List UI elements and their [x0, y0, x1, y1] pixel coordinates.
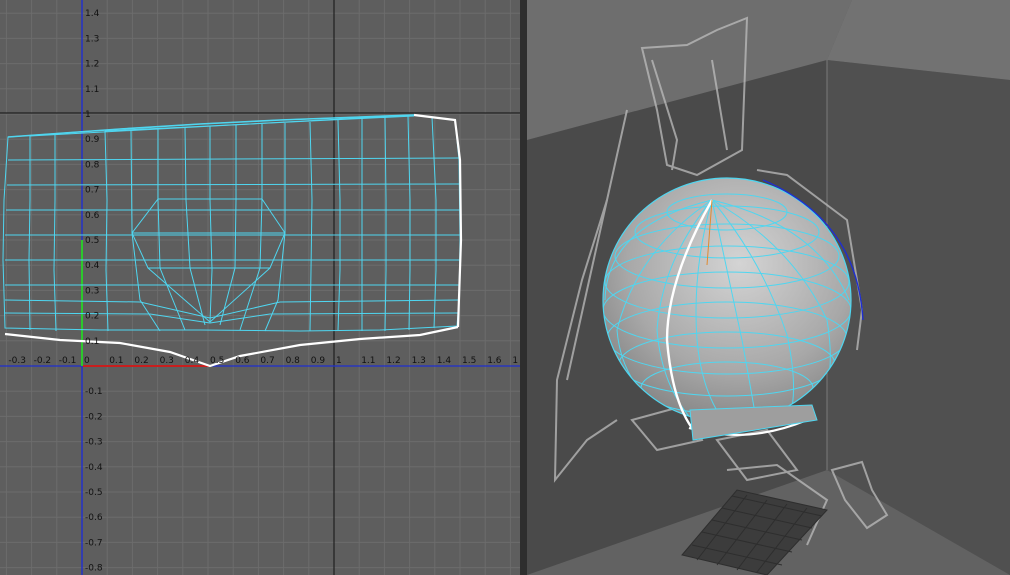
viewport-canvas[interactable] [527, 0, 1010, 575]
uv-texture-editor[interactable]: 1.4 1.3 1.2 1.1 1 0.9 0.8 0.7 0.6 0.5 0.4 0.3 0.2 0.1… [0, 0, 520, 575]
perspective-viewport[interactable] [527, 0, 1010, 575]
v-tick-label: 0.5 [85, 236, 99, 246]
u-tick-label: 0.6 [235, 356, 250, 366]
uv-shell-wireframe[interactable] [2, 114, 461, 332]
v-tick-label: -0.8 [85, 564, 103, 574]
v-tick-label: -0.7 [85, 538, 103, 548]
u-tick-label: 1.2 [386, 356, 400, 366]
shell-col [184, 126, 206, 326]
shell-col [384, 116, 387, 332]
shell-col [337, 119, 341, 332]
v-tick-label: 0.8 [85, 160, 100, 170]
shell-row [7, 157, 461, 161]
v-tick-label: 1.4 [85, 9, 100, 19]
maya-uv-workspace: 1.4 1.3 1.2 1.1 1 0.9 0.8 0.7 0.6 0.5 0.4 0.3 0.2 0.1… [0, 0, 1010, 575]
v-tick-label: 0.9 [85, 135, 100, 145]
shell-col [209, 126, 213, 323]
v-tick-label: 0.6 [85, 211, 100, 221]
shell-row [6, 183, 461, 186]
v-tick-label: 0.2 [85, 312, 99, 322]
u-tick-label: 1.6 [487, 356, 502, 366]
v-tick-label: -0.1 [85, 387, 103, 397]
u-tick-label: 0.5 [210, 356, 224, 366]
backdrop-wall-side [827, 60, 1010, 575]
u-tick-label: 0.2 [134, 356, 148, 366]
v-tick-label: 1.1 [85, 85, 99, 95]
u-tick-label: 1.3 [412, 356, 426, 366]
u-tick-label: 1.4 [437, 356, 452, 366]
v-tick-label: 0.7 [85, 186, 99, 196]
u-tick-label: 0 [84, 356, 90, 366]
u-tick-labels: -0.3 -0.2 -0.1 0 0.1 0.2 0.3 0.4 0.5 0.6 0.7 0.8 0.9… [8, 356, 518, 366]
u-tick-label: 0.3 [160, 356, 174, 366]
u-tick-label: 1.5 [462, 356, 476, 366]
v-tick-label: -0.6 [85, 513, 103, 523]
shell-col [264, 123, 286, 332]
v-tick-label: 1.2 [85, 60, 99, 70]
shell-col [157, 128, 186, 331]
v-tick-label: -0.3 [85, 438, 103, 448]
u-tick-label: -0.2 [34, 356, 52, 366]
v-tick-label: 0.3 [85, 286, 99, 296]
v-tick-label: -0.2 [85, 412, 103, 422]
shell-col [130, 129, 161, 332]
panel-divider[interactable] [520, 0, 527, 575]
shell-col [53, 134, 57, 332]
u-tick-label: 0.1 [109, 356, 123, 366]
u-tick-label: 1 [336, 356, 342, 366]
shell-row [104, 115, 415, 132]
shell-col [309, 121, 313, 332]
uv-canvas[interactable]: 1.4 1.3 1.2 1.1 1 0.9 0.8 0.7 0.6 0.5 0.4 0.3 0.2 0.1… [0, 0, 520, 575]
shell-col [431, 116, 437, 329]
v-tick-label: 0.4 [85, 261, 100, 271]
u-tick-label: 0.4 [185, 356, 200, 366]
u-tick-label: 0.7 [260, 356, 274, 366]
v-tick-label: 1 [85, 110, 91, 120]
v-tick-labels: 1.4 1.3 1.2 1.1 1 0.9 0.8 0.7 0.6 0.5 0.4 0.3 0.2 0.1… [85, 9, 103, 573]
v-tick-label: -0.5 [85, 488, 103, 498]
border-edge-right [413, 113, 463, 328]
uv-grid [0, 0, 520, 575]
shell-row [4, 312, 459, 324]
shell-outline [2, 114, 461, 332]
u-tick-label: -0.1 [59, 356, 77, 366]
u-tick-label: 0.8 [286, 356, 301, 366]
u-tick-label: 0.9 [311, 356, 326, 366]
u-tick-label: 1 [512, 356, 518, 366]
v-tick-label: 0.1 [85, 337, 99, 347]
v-tick-label: -0.4 [85, 463, 103, 473]
u-tick-label: -0.3 [8, 356, 26, 366]
u-tick-label: 1.1 [361, 356, 375, 366]
sphere-surface [603, 178, 851, 422]
shell-col [28, 136, 31, 331]
v-tick-label: 1.3 [85, 34, 99, 44]
